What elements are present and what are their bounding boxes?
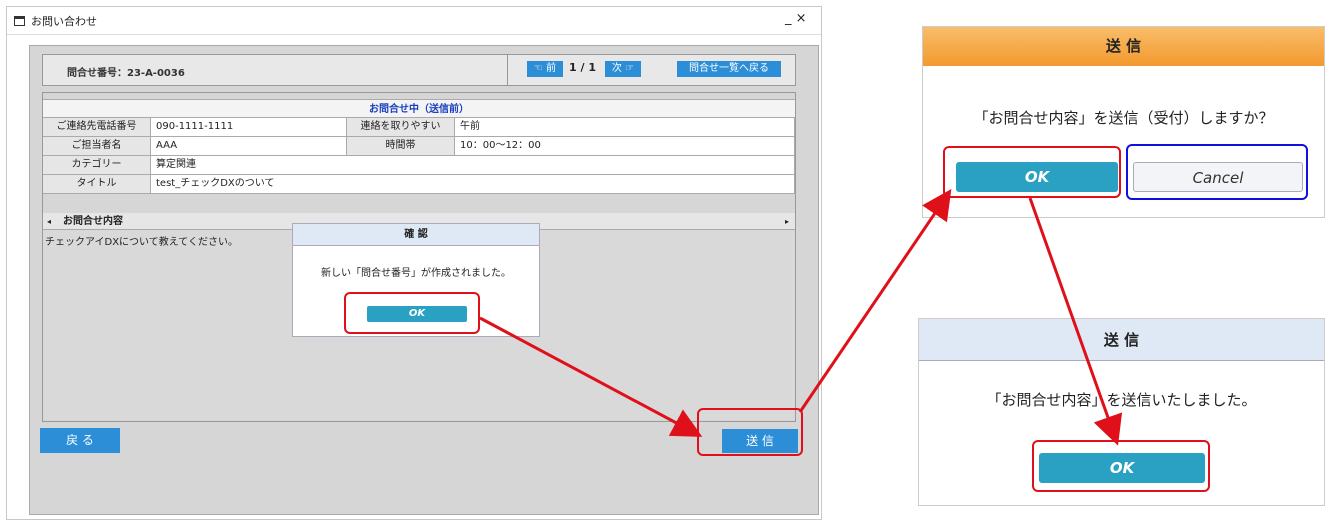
arrow-to-send xyxy=(479,316,703,437)
flow-arrows xyxy=(479,189,1123,446)
arrow-to-send-done xyxy=(1028,197,1123,446)
arrow-to-send-confirm xyxy=(798,189,952,413)
